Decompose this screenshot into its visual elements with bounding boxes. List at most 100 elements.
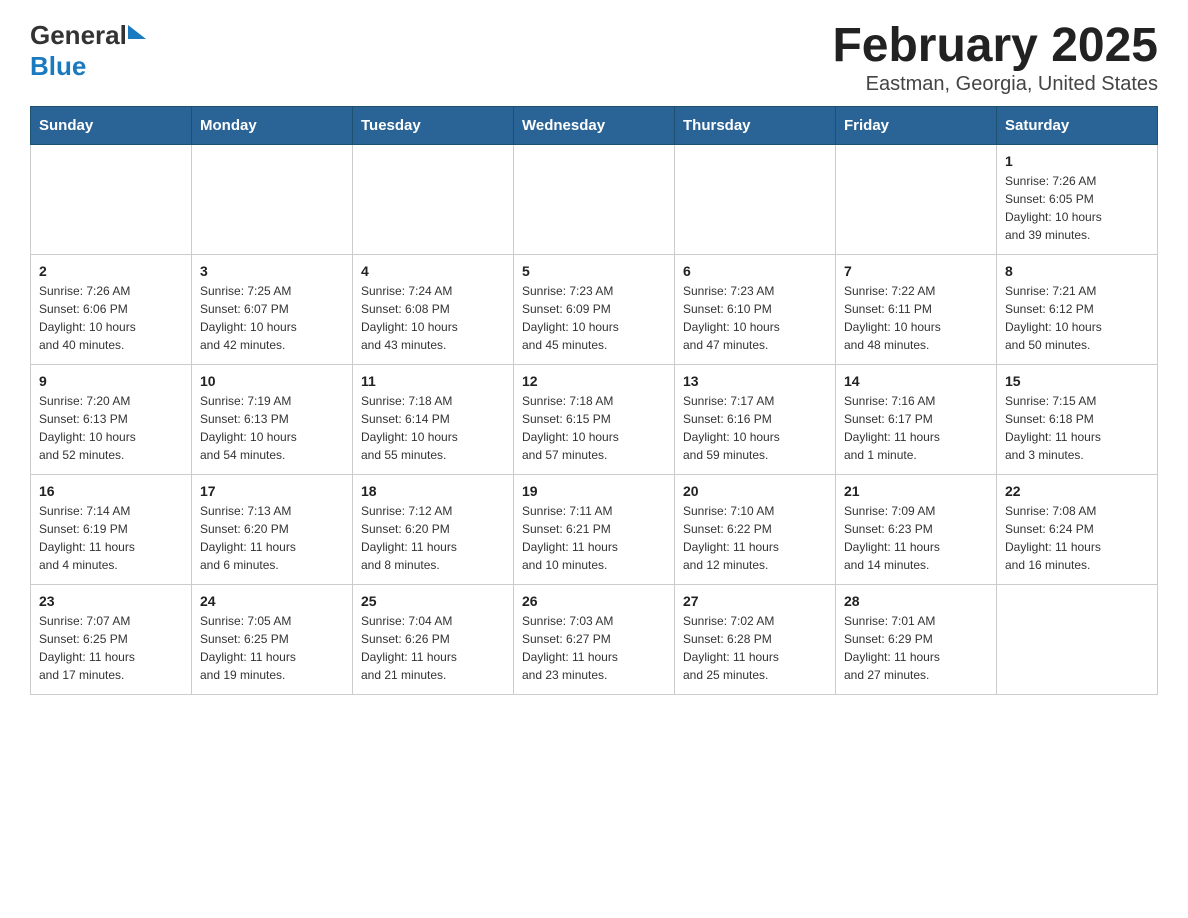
- day-number: 20: [683, 483, 827, 499]
- day-number: 5: [522, 263, 666, 279]
- calendar-day-cell: 26 Sunrise: 7:03 AMSunset: 6:27 PMDayligh…: [514, 584, 675, 694]
- day-info: Sunrise: 7:02 AMSunset: 6:28 PMDaylight:…: [683, 612, 827, 684]
- calendar-week-row: 1 Sunrise: 7:26 AMSunset: 6:05 PMDaylight…: [31, 144, 1158, 254]
- logo-triangle-icon: [128, 25, 146, 43]
- day-number: 10: [200, 373, 344, 389]
- day-number: 26: [522, 593, 666, 609]
- day-number: 4: [361, 263, 505, 279]
- day-number: 27: [683, 593, 827, 609]
- day-info: Sunrise: 7:25 AMSunset: 6:07 PMDaylight:…: [200, 282, 344, 354]
- day-info: Sunrise: 7:18 AMSunset: 6:15 PMDaylight:…: [522, 392, 666, 464]
- calendar-week-row: 2 Sunrise: 7:26 AMSunset: 6:06 PMDaylight…: [31, 254, 1158, 364]
- day-number: 6: [683, 263, 827, 279]
- day-number: 1: [1005, 153, 1149, 169]
- header-saturday: Saturday: [997, 106, 1158, 144]
- calendar-day-cell: [836, 144, 997, 254]
- day-info: Sunrise: 7:01 AMSunset: 6:29 PMDaylight:…: [844, 612, 988, 684]
- day-info: Sunrise: 7:03 AMSunset: 6:27 PMDaylight:…: [522, 612, 666, 684]
- calendar-day-cell: 7 Sunrise: 7:22 AMSunset: 6:11 PMDaylight…: [836, 254, 997, 364]
- calendar-day-cell: 20 Sunrise: 7:10 AMSunset: 6:22 PMDayligh…: [675, 474, 836, 584]
- day-info: Sunrise: 7:16 AMSunset: 6:17 PMDaylight:…: [844, 392, 988, 464]
- day-info: Sunrise: 7:21 AMSunset: 6:12 PMDaylight:…: [1005, 282, 1149, 354]
- day-number: 24: [200, 593, 344, 609]
- day-number: 28: [844, 593, 988, 609]
- calendar-header: Sunday Monday Tuesday Wednesday Thursday…: [31, 106, 1158, 144]
- calendar-day-cell: 23 Sunrise: 7:07 AMSunset: 6:25 PMDayligh…: [31, 584, 192, 694]
- calendar-day-cell: 6Sunrise: 7:23 AMSunset: 6:10 PMDaylight…: [675, 254, 836, 364]
- page-subtitle: Eastman, Georgia, United States: [832, 73, 1158, 96]
- day-number: 7: [844, 263, 988, 279]
- logo: General Blue: [30, 20, 146, 82]
- calendar-week-row: 9Sunrise: 7:20 AMSunset: 6:13 PMDaylight…: [31, 364, 1158, 474]
- day-number: 3: [200, 263, 344, 279]
- day-info: Sunrise: 7:24 AMSunset: 6:08 PMDaylight:…: [361, 282, 505, 354]
- day-info: Sunrise: 7:12 AMSunset: 6:20 PMDaylight:…: [361, 502, 505, 574]
- header-monday: Monday: [192, 106, 353, 144]
- calendar-day-cell: 14 Sunrise: 7:16 AMSunset: 6:17 PMDayligh…: [836, 364, 997, 474]
- day-info: Sunrise: 7:14 AMSunset: 6:19 PMDaylight:…: [39, 502, 183, 574]
- day-number: 11: [361, 373, 505, 389]
- day-number: 2: [39, 263, 183, 279]
- day-info: Sunrise: 7:18 AMSunset: 6:14 PMDaylight:…: [361, 392, 505, 464]
- day-info: Sunrise: 7:10 AMSunset: 6:22 PMDaylight:…: [683, 502, 827, 574]
- calendar-day-cell: 16 Sunrise: 7:14 AMSunset: 6:19 PMDayligh…: [31, 474, 192, 584]
- calendar-day-cell: 11 Sunrise: 7:18 AMSunset: 6:14 PMDayligh…: [353, 364, 514, 474]
- calendar-day-cell: 25 Sunrise: 7:04 AMSunset: 6:26 PMDayligh…: [353, 584, 514, 694]
- day-number: 19: [522, 483, 666, 499]
- calendar-day-cell: 4 Sunrise: 7:24 AMSunset: 6:08 PMDaylight…: [353, 254, 514, 364]
- header-friday: Friday: [836, 106, 997, 144]
- day-info: Sunrise: 7:26 AMSunset: 6:05 PMDaylight:…: [1005, 172, 1149, 244]
- day-number: 8: [1005, 263, 1149, 279]
- days-of-week-row: Sunday Monday Tuesday Wednesday Thursday…: [31, 106, 1158, 144]
- day-info: Sunrise: 7:26 AMSunset: 6:06 PMDaylight:…: [39, 282, 183, 354]
- day-number: 13: [683, 373, 827, 389]
- page-header: General Blue February 2025 Eastman, Geor…: [30, 20, 1158, 96]
- day-number: 14: [844, 373, 988, 389]
- calendar-week-row: 16 Sunrise: 7:14 AMSunset: 6:19 PMDayligh…: [31, 474, 1158, 584]
- day-number: 22: [1005, 483, 1149, 499]
- day-info: Sunrise: 7:22 AMSunset: 6:11 PMDaylight:…: [844, 282, 988, 354]
- day-number: 23: [39, 593, 183, 609]
- page-title: February 2025: [832, 20, 1158, 73]
- calendar-day-cell: 18 Sunrise: 7:12 AMSunset: 6:20 PMDayligh…: [353, 474, 514, 584]
- day-info: Sunrise: 7:11 AMSunset: 6:21 PMDaylight:…: [522, 502, 666, 574]
- day-info: Sunrise: 7:13 AMSunset: 6:20 PMDaylight:…: [200, 502, 344, 574]
- calendar-day-cell: [514, 144, 675, 254]
- calendar-day-cell: 13 Sunrise: 7:17 AMSunset: 6:16 PMDayligh…: [675, 364, 836, 474]
- header-tuesday: Tuesday: [353, 106, 514, 144]
- calendar-day-cell: 19 Sunrise: 7:11 AMSunset: 6:21 PMDayligh…: [514, 474, 675, 584]
- day-info: Sunrise: 7:05 AMSunset: 6:25 PMDaylight:…: [200, 612, 344, 684]
- day-number: 17: [200, 483, 344, 499]
- calendar-day-cell: 8 Sunrise: 7:21 AMSunset: 6:12 PMDaylight…: [997, 254, 1158, 364]
- calendar-day-cell: 22 Sunrise: 7:08 AMSunset: 6:24 PMDayligh…: [997, 474, 1158, 584]
- day-number: 16: [39, 483, 183, 499]
- logo-general-text: General: [30, 20, 127, 51]
- day-info: Sunrise: 7:08 AMSunset: 6:24 PMDaylight:…: [1005, 502, 1149, 574]
- calendar-day-cell: 28 Sunrise: 7:01 AMSunset: 6:29 PMDayligh…: [836, 584, 997, 694]
- calendar-day-cell: 10Sunrise: 7:19 AMSunset: 6:13 PMDayligh…: [192, 364, 353, 474]
- calendar-day-cell: 9Sunrise: 7:20 AMSunset: 6:13 PMDaylight…: [31, 364, 192, 474]
- day-number: 12: [522, 373, 666, 389]
- calendar-day-cell: [997, 584, 1158, 694]
- day-info: Sunrise: 7:23 AMSunset: 6:09 PMDaylight:…: [522, 282, 666, 354]
- day-number: 25: [361, 593, 505, 609]
- calendar-week-row: 23 Sunrise: 7:07 AMSunset: 6:25 PMDayligh…: [31, 584, 1158, 694]
- day-info: Sunrise: 7:20 AMSunset: 6:13 PMDaylight:…: [39, 392, 183, 464]
- calendar-day-cell: [192, 144, 353, 254]
- day-number: 18: [361, 483, 505, 499]
- calendar-day-cell: [675, 144, 836, 254]
- calendar-day-cell: 24 Sunrise: 7:05 AMSunset: 6:25 PMDayligh…: [192, 584, 353, 694]
- calendar-day-cell: [353, 144, 514, 254]
- header-wednesday: Wednesday: [514, 106, 675, 144]
- day-number: 15: [1005, 373, 1149, 389]
- day-info: Sunrise: 7:15 AMSunset: 6:18 PMDaylight:…: [1005, 392, 1149, 464]
- day-info: Sunrise: 7:17 AMSunset: 6:16 PMDaylight:…: [683, 392, 827, 464]
- title-block: February 2025 Eastman, Georgia, United S…: [832, 20, 1158, 96]
- calendar-day-cell: 12 Sunrise: 7:18 AMSunset: 6:15 PMDayligh…: [514, 364, 675, 474]
- logo-blue-text: Blue: [30, 51, 86, 81]
- calendar-day-cell: 27 Sunrise: 7:02 AMSunset: 6:28 PMDayligh…: [675, 584, 836, 694]
- calendar-body: 1 Sunrise: 7:26 AMSunset: 6:05 PMDaylight…: [31, 144, 1158, 694]
- day-info: Sunrise: 7:07 AMSunset: 6:25 PMDaylight:…: [39, 612, 183, 684]
- day-info: Sunrise: 7:04 AMSunset: 6:26 PMDaylight:…: [361, 612, 505, 684]
- calendar-day-cell: 15 Sunrise: 7:15 AMSunset: 6:18 PMDayligh…: [997, 364, 1158, 474]
